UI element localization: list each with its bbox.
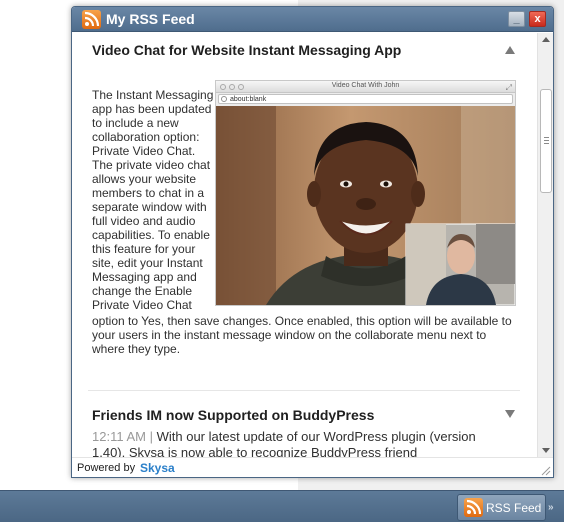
rss-icon — [82, 10, 101, 29]
expand-arrow-icon[interactable] — [505, 410, 515, 418]
feed-item-title[interactable]: Friends IM now Supported on BuddyPress — [92, 407, 374, 423]
skysa-brand-link[interactable]: Skysa — [140, 461, 175, 475]
item-divider — [88, 390, 520, 391]
timestamp-separator: | — [149, 429, 153, 444]
scroll-thumb[interactable] — [540, 89, 552, 193]
rss-icon — [464, 498, 483, 517]
expand-icon: ⤢ — [505, 83, 512, 92]
more-arrows-icon[interactable]: » — [548, 502, 554, 513]
feed-content: Video Chat for Website Instant Messaging… — [72, 33, 537, 457]
popup-title: My RSS Feed — [106, 11, 195, 27]
feed-item-preview: 12:11 AM | With our latest update of our… — [92, 429, 537, 457]
page-icon — [221, 96, 227, 102]
feed-item-title[interactable]: Video Chat for Website Instant Messaging… — [92, 42, 401, 58]
screenshot-url-bar: about:blank — [218, 94, 513, 104]
popup-footer: Powered by Skysa — [72, 457, 553, 477]
collapse-arrow-icon[interactable] — [505, 46, 515, 54]
close-button[interactable]: x — [529, 11, 546, 27]
minimize-button[interactable]: _ — [508, 11, 525, 27]
powered-by-label: Powered by — [77, 462, 136, 474]
rss-tab-label: RSS Feed — [486, 501, 542, 515]
screenshot-url: about:blank — [230, 96, 267, 103]
rss-feed-tab[interactable]: RSS Feed — [457, 494, 546, 521]
video-frame — [216, 106, 515, 305]
feed-item-text-full: option to Yes, then save changes. Once e… — [92, 314, 512, 356]
screenshot-titlebar: Video Chat With John ⤢ — [216, 81, 515, 93]
feed-item-timestamp: 12:11 AM — [92, 429, 146, 444]
video-chat-screenshot[interactable]: Video Chat With John ⤢ about:blank — [215, 80, 516, 306]
rss-feed-popup: My RSS Feed _ x Video Chat for Website I… — [71, 6, 554, 478]
resize-grip-icon[interactable] — [541, 466, 551, 476]
feed-item-preview-line: With our latest update of our WordPress … — [156, 429, 476, 444]
content-scrollbar[interactable] — [537, 33, 553, 457]
scroll-down-arrow-icon[interactable] — [542, 448, 550, 453]
screenshot-window-title: Video Chat With John — [331, 82, 400, 89]
popup-titlebar[interactable]: My RSS Feed _ x — [72, 7, 553, 32]
feed-item-text-wrapped: The Instant Messaging app has been updat… — [92, 88, 214, 312]
scroll-up-arrow-icon[interactable] — [542, 37, 550, 42]
feed-item-preview-line: 1.40), Skysa is now able to recognize Bu… — [92, 445, 418, 457]
bottom-toolbar: RSS Feed » — [0, 490, 564, 522]
